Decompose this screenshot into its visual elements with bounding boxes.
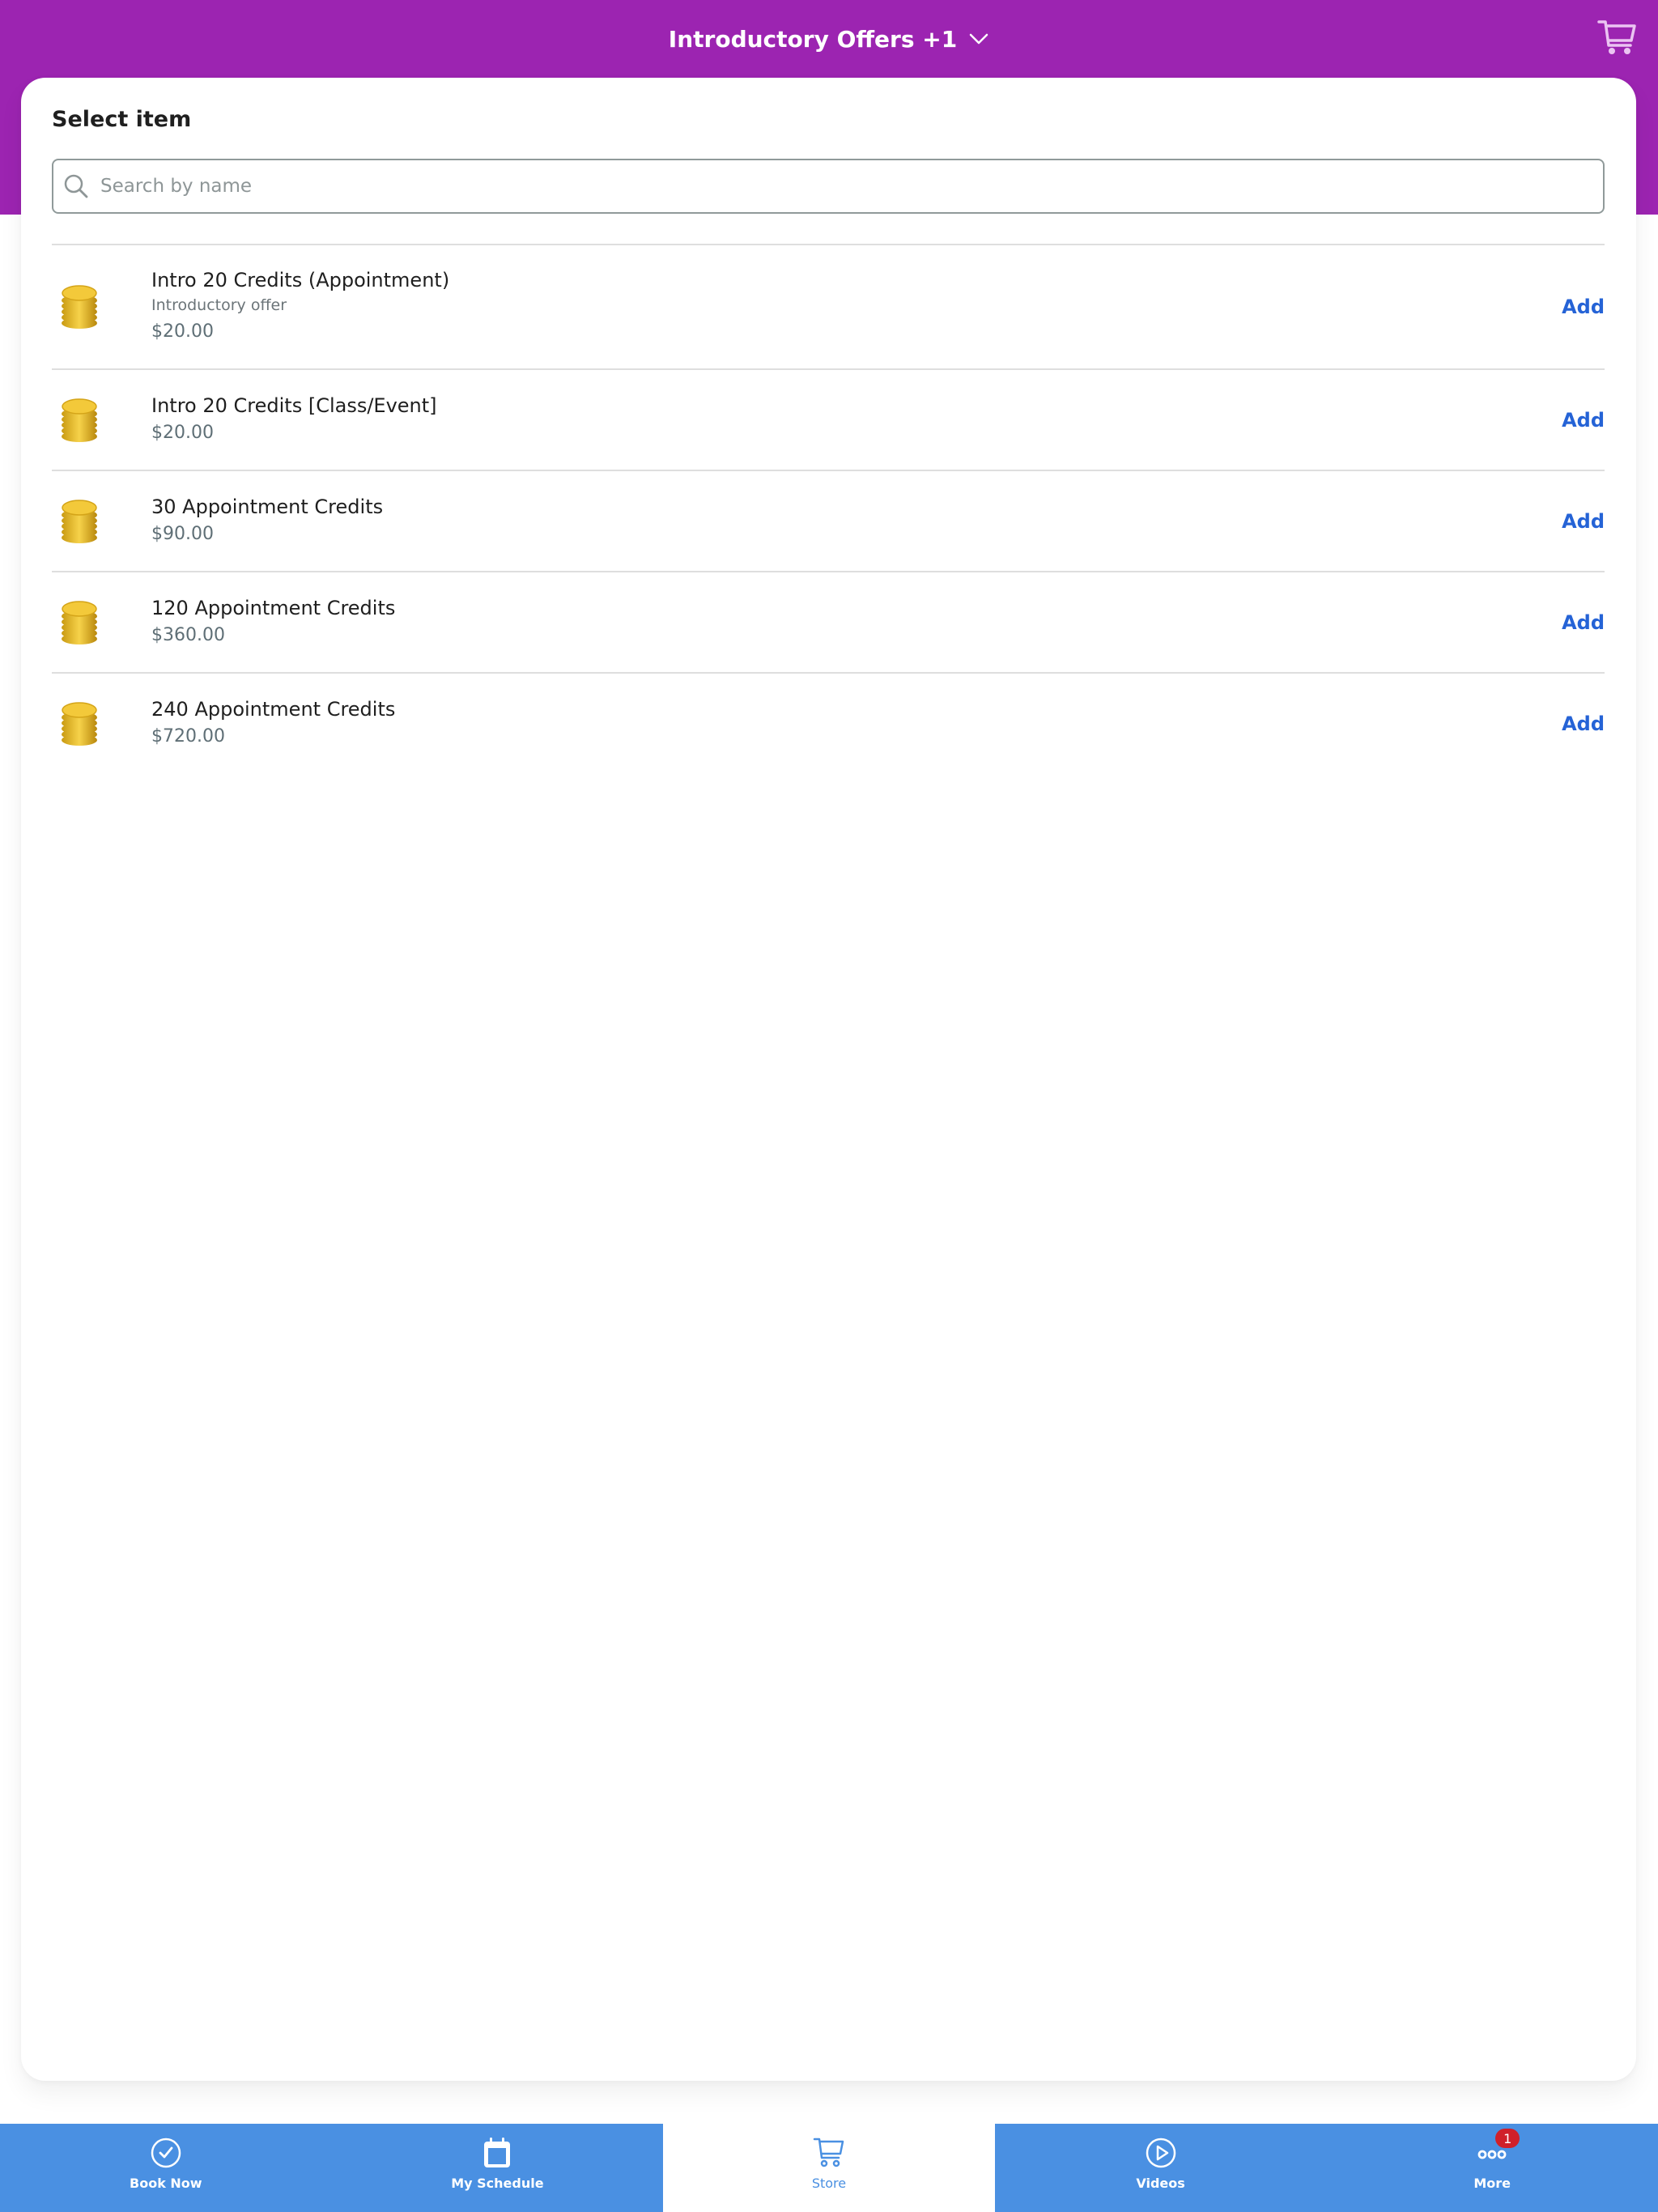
item-details: 240 Appointment Credits $720.00: [151, 696, 395, 751]
item-details: 30 Appointment Credits $90.00: [151, 494, 383, 549]
add-button[interactable]: Add: [1562, 510, 1605, 533]
tab-my-schedule[interactable]: My Schedule: [332, 2124, 664, 2212]
tab-label: Book Now: [130, 2176, 202, 2191]
header: Introductory Offers +1: [0, 0, 1658, 78]
cart-button[interactable]: [1596, 18, 1639, 57]
list-item[interactable]: Intro 20 Credits [Class/Event] $20.00 Ad…: [52, 368, 1605, 470]
coin-stack-icon: [62, 285, 97, 329]
item-subtitle: Introductory offer: [151, 296, 287, 314]
tab-label: My Schedule: [451, 2176, 544, 2191]
item-name: Intro 20 Credits [Class/Event]: [151, 393, 437, 417]
item-name: 120 Appointment Credits: [151, 596, 396, 619]
item-price: $90.00: [151, 523, 214, 544]
tab-book-now[interactable]: Book Now: [0, 2124, 332, 2212]
tab-label: Videos: [1136, 2176, 1185, 2191]
list-item[interactable]: 30 Appointment Credits $90.00 Add: [52, 470, 1605, 571]
search-box[interactable]: [52, 159, 1605, 214]
card-title: Select item: [52, 107, 192, 132]
add-button[interactable]: Add: [1562, 713, 1605, 735]
store-card: Select item Intro 20 Credits (Appointmen…: [21, 78, 1636, 2081]
item-name: 30 Appointment Credits: [151, 495, 384, 518]
item-price: $720.00: [151, 725, 225, 747]
item-price: $20.00: [151, 321, 214, 342]
shopping-cart-icon: [811, 2135, 847, 2171]
add-button[interactable]: Add: [1562, 611, 1605, 634]
tab-videos[interactable]: Videos: [995, 2124, 1327, 2212]
tab-more[interactable]: 1 More: [1326, 2124, 1658, 2212]
shopping-cart-icon: [1597, 20, 1636, 54]
play-circle-icon: [1143, 2135, 1179, 2171]
category-selector-label[interactable]: Introductory Offers +1: [669, 26, 957, 53]
item-price: $20.00: [151, 422, 214, 443]
item-details: 120 Appointment Credits $360.00: [151, 595, 395, 650]
tab-store[interactable]: Store: [663, 2124, 995, 2212]
list-item[interactable]: 120 Appointment Credits $360.00 Add: [52, 571, 1605, 672]
check-circle-icon: [148, 2135, 184, 2171]
coin-stack-icon: [62, 499, 97, 543]
search-input[interactable]: [100, 176, 1558, 197]
coin-stack-icon: [62, 701, 97, 746]
add-button[interactable]: Add: [1562, 409, 1605, 432]
bottom-tab-bar: Book Now My Schedule Store Videos 1 More: [0, 2124, 1658, 2212]
item-details: Intro 20 Credits (Appointment) Introduct…: [151, 267, 449, 347]
item-list: Intro 20 Credits (Appointment) Introduct…: [52, 244, 1605, 773]
add-button[interactable]: Add: [1562, 296, 1605, 318]
coin-stack-icon: [62, 600, 97, 644]
item-name: 240 Appointment Credits: [151, 697, 396, 721]
search-icon: [62, 172, 91, 201]
list-item[interactable]: 240 Appointment Credits $720.00 Add: [52, 672, 1605, 773]
coin-stack-icon: [62, 398, 97, 442]
tab-label: More: [1473, 2176, 1511, 2191]
item-details: Intro 20 Credits [Class/Event] $20.00: [151, 393, 437, 448]
list-item[interactable]: Intro 20 Credits (Appointment) Introduct…: [52, 244, 1605, 368]
notification-badge: 1: [1495, 2129, 1520, 2148]
item-price: $360.00: [151, 624, 225, 645]
calendar-icon: [479, 2135, 515, 2171]
more-dots-icon: 1: [1474, 2129, 1520, 2171]
item-name: Intro 20 Credits (Appointment): [151, 269, 450, 291]
tab-label: Store: [811, 2176, 847, 2191]
chevron-down-icon[interactable]: [968, 28, 989, 49]
